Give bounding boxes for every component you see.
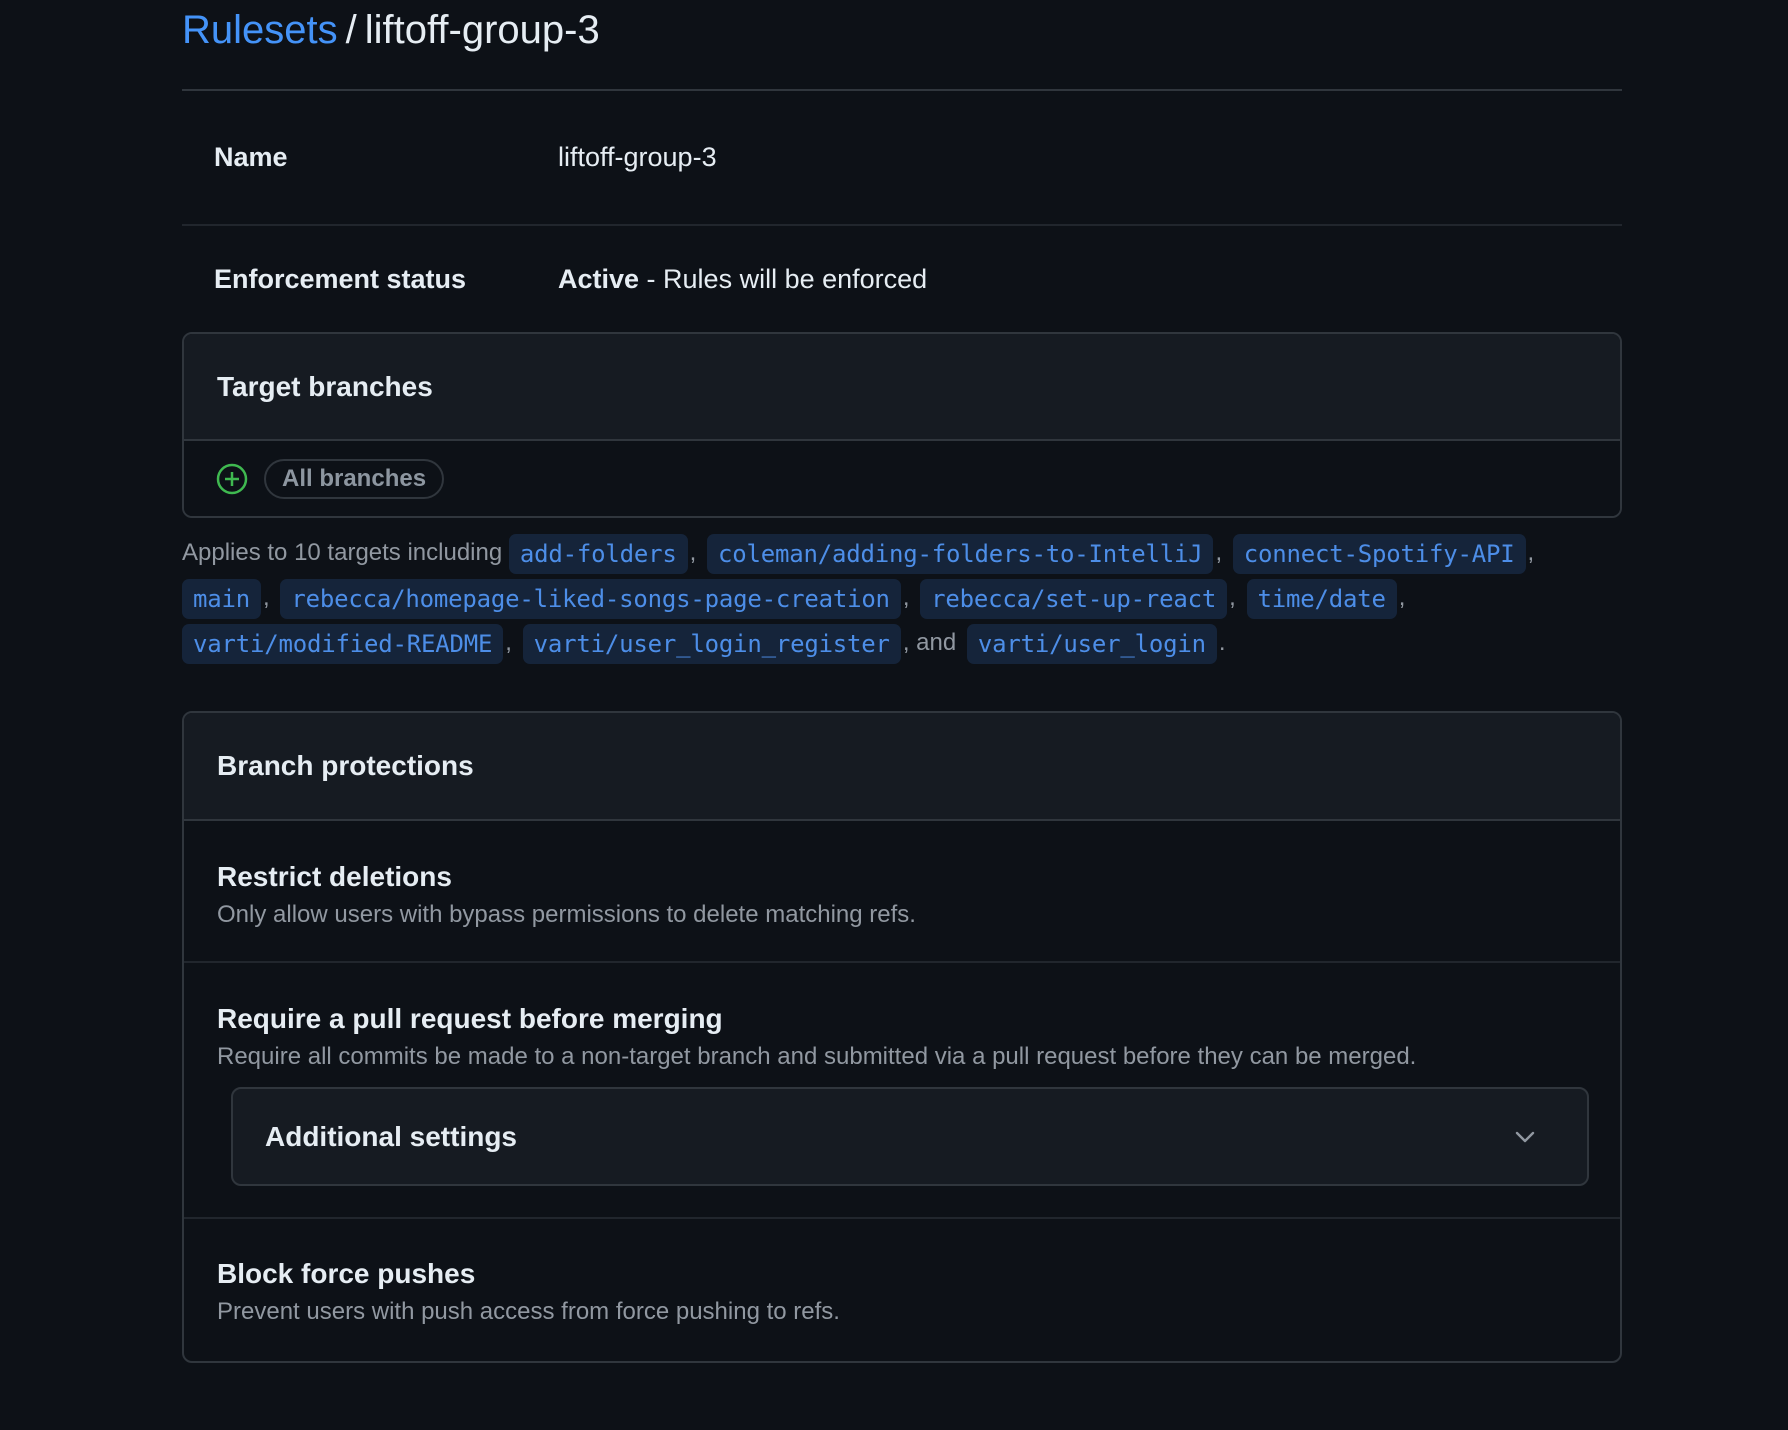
rule-block-force-pushes: Block force pushes Prevent users with pu… <box>184 1219 1620 1361</box>
branch-pill: add-folders <box>508 533 688 574</box>
applies-to-targets: Applies to 10 targets including add-fold… <box>182 530 1622 665</box>
all-branches-pill: All branches <box>264 458 445 499</box>
rule-restrict-deletions: Restrict deletions Only allow users with… <box>184 821 1620 963</box>
page-title: liftoff-group-3 <box>364 8 600 52</box>
breadcrumb-separator: / <box>345 8 357 52</box>
additional-settings-toggle[interactable]: Additional settings <box>231 1087 1589 1186</box>
rule-title: Restrict deletions <box>217 861 452 892</box>
comma: , <box>1215 539 1223 566</box>
branch-pill: rebecca/set-up-react <box>920 578 1228 619</box>
comma: , <box>1398 584 1406 611</box>
name-value: liftoff-group-3 <box>558 142 717 172</box>
comma: , <box>1527 539 1535 566</box>
rule-require-pull-request: Require a pull request before merging Re… <box>184 963 1620 1219</box>
enforcement-status-value: Active - Rules will be enforced <box>558 264 927 295</box>
rule-title: Block force pushes <box>217 1258 476 1289</box>
comma: , <box>902 584 910 611</box>
rule-description: Prevent users with push access from forc… <box>217 1298 840 1325</box>
period: . <box>1218 629 1226 656</box>
name-row: Name liftoff-group-3 <box>182 91 1622 226</box>
branch-protections-box: Branch protections Restrict deletions On… <box>182 711 1622 1363</box>
status-active-text: Active <box>558 263 640 294</box>
name-label: Name <box>214 142 288 172</box>
plus-circle-icon <box>216 463 248 494</box>
enforcement-status-label: Enforcement status <box>214 263 467 294</box>
comma: , <box>505 629 512 656</box>
enforcement-status-row: Enforcement status Active - Rules will b… <box>182 226 1622 332</box>
branch-pill: main <box>182 578 261 619</box>
chevron-down-icon <box>1515 1131 1535 1142</box>
branch-pill: varti/user_login_register <box>522 623 901 664</box>
branch-pill: varti/modified-README <box>182 623 504 664</box>
status-description-text: - Rules will be enforced <box>639 263 928 294</box>
breadcrumb: Rulesets / liftoff-group-3 <box>182 0 1622 91</box>
target-branches-box: Target branches All branches <box>182 332 1622 518</box>
breadcrumb-rulesets-link[interactable]: Rulesets <box>182 6 338 54</box>
comma: , <box>689 539 697 566</box>
comma: , <box>1229 584 1236 611</box>
branch-protections-header: Branch protections <box>184 713 1620 821</box>
rule-title: Require a pull request before merging <box>217 1003 723 1034</box>
branch-pill: connect-Spotify-API <box>1232 533 1526 574</box>
target-branches-body: All branches <box>184 441 1620 516</box>
additional-settings-label: Additional settings <box>265 1120 517 1152</box>
rule-description: Require all commits be made to a non-tar… <box>217 1043 1417 1070</box>
branch-pill: varti/user_login <box>966 623 1217 664</box>
target-branches-header: Target branches <box>184 334 1620 441</box>
branch-pill: rebecca/homepage-liked-songs-page-creati… <box>280 578 901 619</box>
branch-pill: coleman/adding-folders-to-IntelliJ <box>706 533 1214 574</box>
rule-description: Only allow users with bypass permissions… <box>217 901 916 928</box>
branch-pill: time/date <box>1246 578 1397 619</box>
ruleset-page: Rulesets / liftoff-group-3 Name liftoff-… <box>182 0 1622 1363</box>
and-text: , and <box>902 629 957 656</box>
comma: , <box>263 584 270 611</box>
applies-prefix: Applies to 10 targets including <box>182 539 503 566</box>
